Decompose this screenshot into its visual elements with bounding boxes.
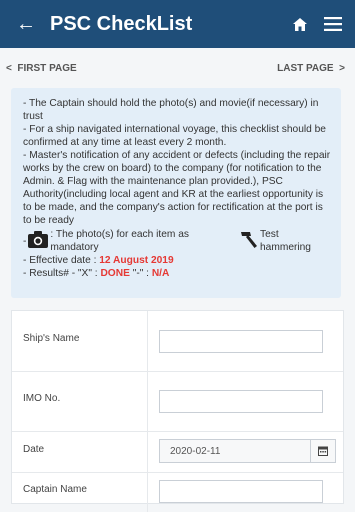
captain-name-input[interactable]: [159, 480, 323, 503]
notice-box: - The Captain should hold the photo(s) a…: [11, 88, 341, 298]
hammer-icon: [238, 231, 258, 252]
calendar-icon[interactable]: [310, 440, 335, 462]
date-label: Date: [23, 444, 45, 455]
notice-line: - Master's notification of any accident …: [23, 150, 331, 226]
date-value: 2020-02-11: [170, 446, 221, 457]
chevron-left-icon: <: [6, 62, 12, 74]
menu-icon[interactable]: [315, 0, 351, 48]
camera-icon: [28, 230, 49, 252]
first-page-link[interactable]: < FIRST PAGE: [6, 63, 77, 74]
imo-label: IMO No.: [23, 393, 61, 404]
ship-info-form: Ship's Name IMO No. Date 2020-02-11 Capt…: [11, 310, 344, 512]
results-na: N/A: [151, 268, 170, 279]
page-title: PSC CheckList: [50, 12, 193, 35]
form-row-date: Date 2020-02-11: [12, 431, 343, 473]
legend-line: - : The photo(s) for each item as mandat…: [23, 229, 311, 253]
form-row-ships-name: Ship's Name: [12, 311, 343, 372]
form-row-imo: IMO No.: [12, 371, 343, 432]
date-input[interactable]: 2020-02-11: [159, 439, 336, 463]
notice-line: - The Captain should hold the photo(s) a…: [23, 98, 319, 122]
results-done: DONE: [100, 268, 130, 279]
notice-line: - For a ship navigated international voy…: [23, 124, 326, 148]
home-icon[interactable]: [285, 0, 315, 48]
app-bar: ← PSC CheckList: [0, 0, 355, 48]
page-navigation: < FIRST PAGE LAST PAGE >: [0, 48, 355, 88]
chevron-right-icon: >: [339, 62, 345, 74]
ships-name-input[interactable]: [159, 330, 323, 353]
last-page-link[interactable]: LAST PAGE >: [277, 63, 345, 74]
imo-input[interactable]: [159, 390, 323, 413]
back-arrow-icon[interactable]: ←: [8, 0, 44, 48]
form-row-captain-name: Captain Name: [12, 472, 343, 512]
effective-date: 12 August 2019: [99, 255, 174, 266]
captain-name-label: Captain Name: [23, 484, 87, 495]
ships-name-label: Ship's Name: [23, 333, 80, 344]
